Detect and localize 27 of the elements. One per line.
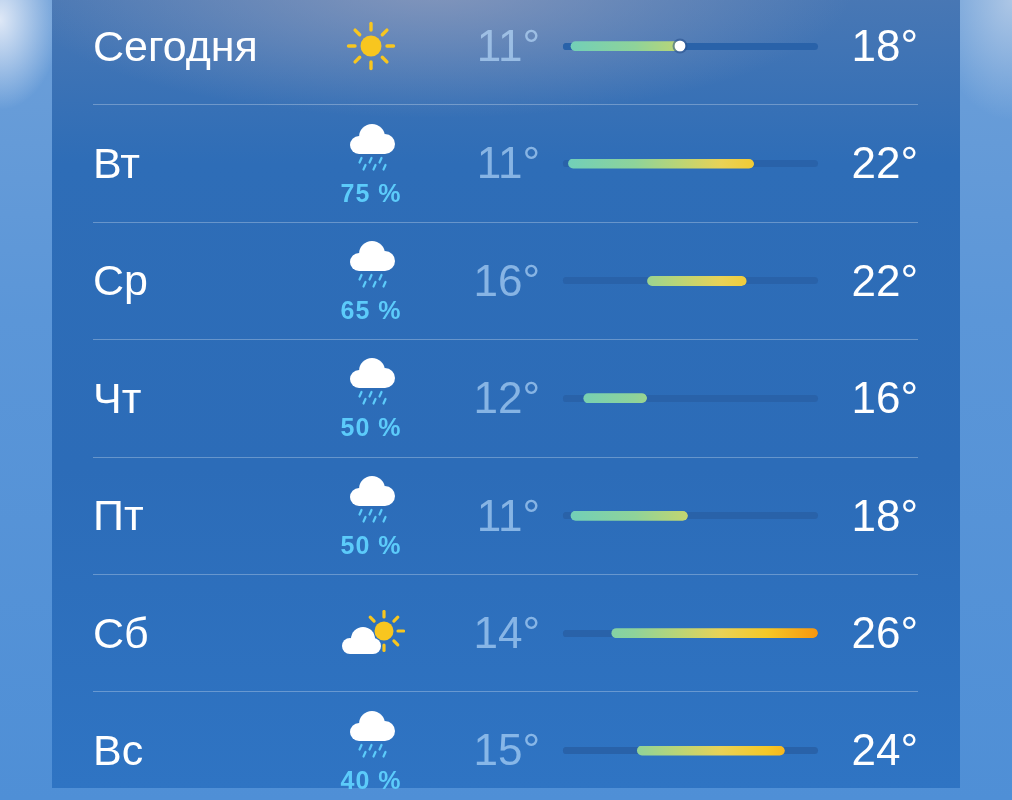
precipitation-chance: 50 % <box>340 415 402 441</box>
day-label: Чт <box>93 374 142 422</box>
day-label: Сегодня <box>93 22 258 70</box>
low-temperature: 11° <box>476 491 540 540</box>
low-temperature: 16° <box>473 256 540 306</box>
day-label: Вт <box>93 139 140 188</box>
low-temperature: 11° <box>476 139 540 188</box>
low-temperature: 11° <box>476 22 540 71</box>
high-temperature: 26° <box>851 608 918 658</box>
low-temperature: 12° <box>473 374 540 423</box>
day-label: Вс <box>93 726 144 775</box>
low-temperature: 14° <box>473 608 540 658</box>
high-temperature: 16° <box>851 374 918 423</box>
sun-icon <box>346 21 396 72</box>
high-temperature: 24° <box>851 726 918 775</box>
precipitation-chance: 75 % <box>340 180 402 206</box>
precipitation-chance: 40 % <box>340 767 402 793</box>
precipitation-chance: 50 % <box>340 532 402 558</box>
low-temperature: 15° <box>473 726 540 775</box>
high-temperature: 18° <box>851 491 918 540</box>
high-temperature: 22° <box>851 139 918 188</box>
high-temperature: 18° <box>851 22 918 71</box>
day-label: Пт <box>93 492 144 540</box>
day-label: Ср <box>93 257 148 305</box>
precipitation-chance: 65 % <box>340 297 402 323</box>
day-label: Сб <box>93 609 149 657</box>
high-temperature: 22° <box>851 256 918 306</box>
